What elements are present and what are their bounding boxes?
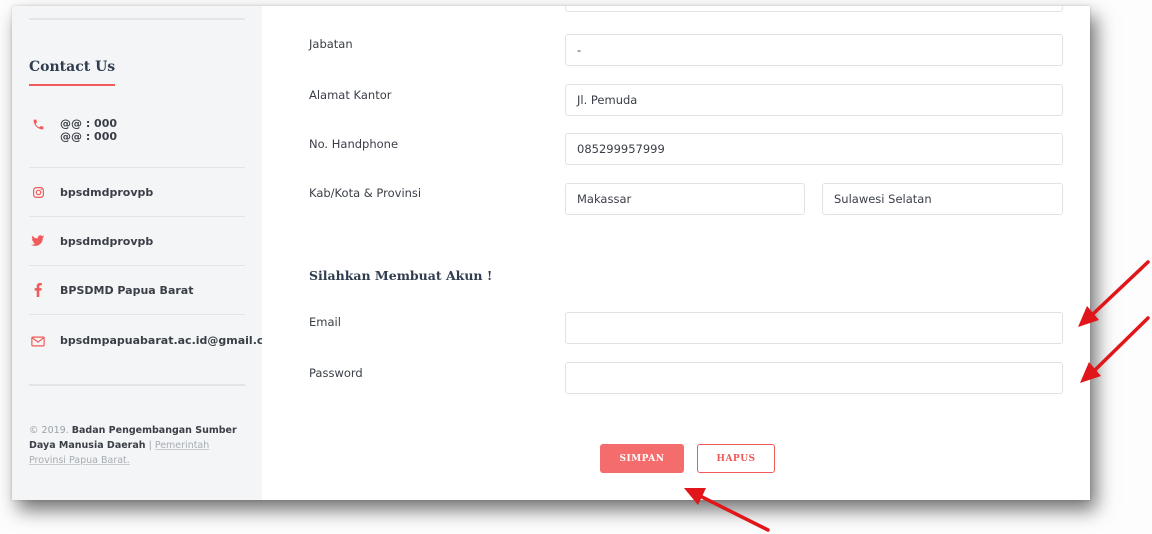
email-input[interactable] — [565, 312, 1063, 344]
password-input[interactable] — [565, 362, 1063, 394]
browser-content: Contact Us @@ : 000 @@ : 000 bpsdmdprovp… — [12, 6, 1090, 500]
arrow-to-password-icon — [1080, 316, 1150, 383]
contact-facebook-row[interactable]: BPSDMD Papua Barat — [29, 266, 245, 315]
alamat-kantor-input[interactable]: Jl. Pemuda — [565, 84, 1063, 116]
sidebar-divider-top — [29, 18, 245, 20]
password-label: Password — [309, 366, 363, 380]
previous-field-edge — [565, 6, 1063, 12]
handphone-input[interactable]: 085299957999 — [565, 133, 1063, 165]
twitter-icon — [31, 234, 45, 248]
facebook-name[interactable]: BPSDMD Papua Barat — [60, 284, 193, 297]
contact-phone-row: @@ : 000 @@ : 000 — [29, 104, 245, 168]
contact-email-row[interactable]: bpsdmpapuabarat.ac.id@gmail.com — [29, 315, 282, 367]
jabatan-input[interactable]: - — [565, 34, 1063, 66]
phone-line-2: @@ : 000 — [60, 130, 118, 143]
kota-provinsi-label: Kab/Kota & Provinsi — [309, 186, 422, 200]
contact-title: Contact Us — [29, 59, 116, 75]
copyright-separator: | — [148, 440, 152, 451]
alamat-kantor-label: Alamat Kantor — [309, 88, 392, 102]
phone-icon — [31, 117, 45, 131]
contact-title-underline — [29, 84, 115, 86]
registration-form: Jabatan - Alamat Kantor Jl. Pemuda No. H… — [262, 6, 1090, 500]
provinsi-input[interactable]: Sulawesi Selatan — [822, 183, 1063, 215]
handphone-label: No. Handphone — [309, 137, 399, 151]
twitter-handle[interactable]: bpsdmdprovpb — [60, 235, 153, 248]
email-address[interactable]: bpsdmpapuabarat.ac.id@gmail.com — [60, 334, 282, 347]
kota-input[interactable]: Makassar — [565, 183, 805, 215]
copyright-text: © 2019. Badan Pengembangan Sumber Daya M… — [29, 423, 249, 468]
hapus-button[interactable]: HAPUS — [697, 444, 775, 473]
instagram-handle[interactable]: bpsdmdprovpb — [60, 186, 153, 199]
facebook-icon — [31, 283, 45, 297]
simpan-button[interactable]: SIMPAN — [600, 444, 684, 473]
sidebar: Contact Us @@ : 000 @@ : 000 bpsdmdprovp… — [12, 6, 282, 500]
screenshot-stage: Contact Us @@ : 000 @@ : 000 bpsdmdprovp… — [0, 0, 1152, 534]
phone-line-1: @@ : 000 — [60, 117, 118, 130]
contact-twitter-row[interactable]: bpsdmdprovpb — [29, 217, 245, 266]
copyright-prefix: © 2019. — [29, 425, 69, 436]
email-label: Email — [309, 315, 341, 329]
sidebar-divider-bottom — [29, 384, 245, 386]
instagram-icon — [31, 185, 45, 199]
buat-akun-title: Silahkan Membuat Akun ! — [309, 268, 493, 283]
mail-icon — [31, 334, 45, 348]
jabatan-label: Jabatan — [309, 37, 353, 51]
contact-instagram-row[interactable]: bpsdmdprovpb — [29, 168, 245, 217]
